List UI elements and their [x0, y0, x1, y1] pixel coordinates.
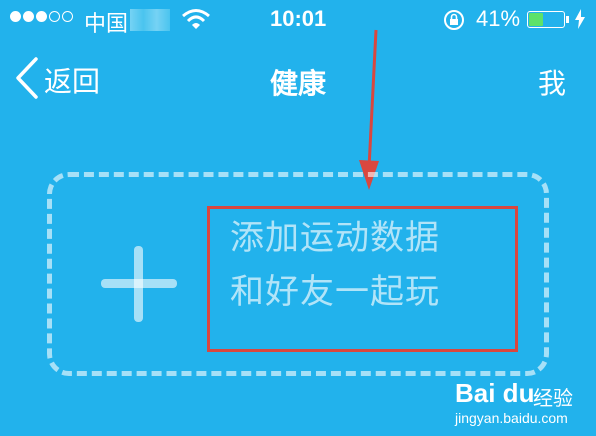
annotation-highlight-box: [207, 206, 518, 352]
battery-icon: [527, 11, 565, 28]
status-bar: 中国 10:01 41%: [0, 0, 596, 40]
battery-fill: [529, 13, 543, 26]
wifi-icon: [181, 8, 211, 36]
signal-dot: [62, 11, 73, 22]
battery-percent: 41%: [476, 6, 521, 31]
me-button[interactable]: 我: [538, 62, 566, 102]
watermark-text: 经验: [533, 386, 573, 410]
signal-strength-icon: [10, 11, 73, 22]
watermark-url: jingyan.baidu.com: [455, 410, 568, 426]
signal-dot: [49, 11, 60, 22]
signal-dot: [23, 11, 34, 22]
carrier-name: 中国: [84, 11, 129, 36]
carrier-blur: [130, 9, 170, 31]
signal-dot: [10, 11, 21, 22]
rotation-lock-icon: [442, 8, 466, 38]
nav-bar: 返回 健康 我: [0, 50, 596, 108]
plus-icon: [101, 246, 177, 326]
charging-icon: [574, 9, 586, 35]
baidu-watermark: Bai du 经验 jingyan.baidu.com: [455, 376, 595, 434]
battery-tip: [566, 16, 569, 23]
page-title: 健康: [269, 67, 326, 100]
baidu-logo: Bai du: [455, 378, 535, 408]
clock: 10:01: [270, 6, 327, 31]
signal-dot: [36, 11, 47, 22]
